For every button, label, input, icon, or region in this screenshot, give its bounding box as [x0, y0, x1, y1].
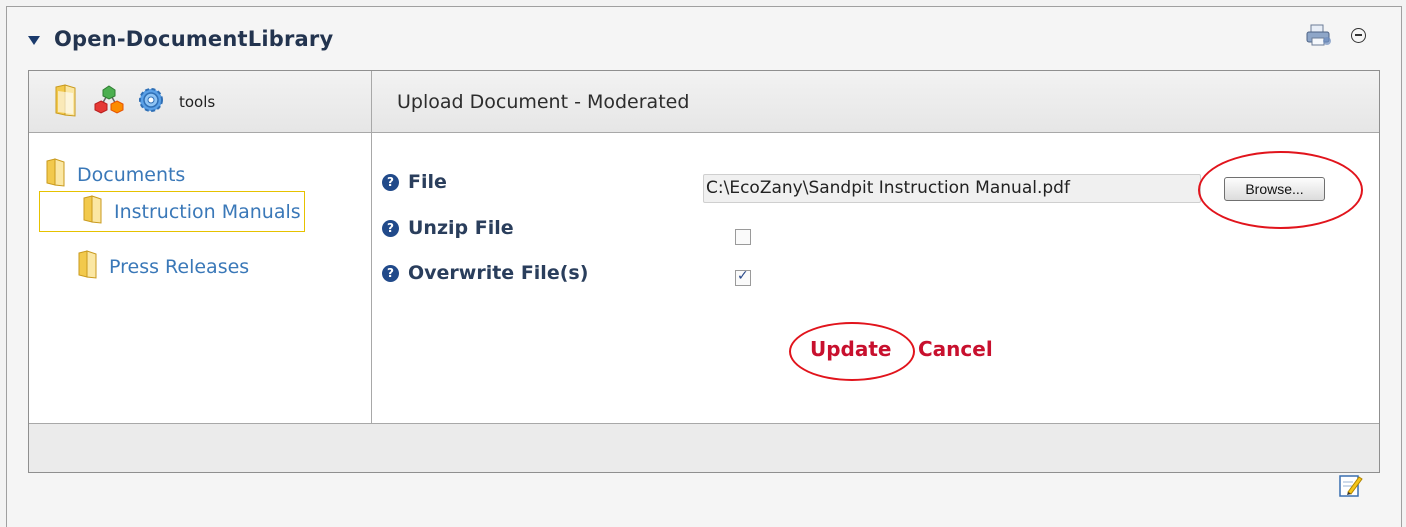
tree-item-label: Press Releases [109, 255, 250, 278]
help-icon[interactable]: ? [382, 173, 399, 191]
highlight-circle-update [789, 322, 915, 381]
collapse-arrow-icon[interactable] [28, 35, 40, 45]
folder-tree-pane: tools Documents Instruction Manuals Pres… [29, 71, 372, 425]
file-field-label: ? File [382, 171, 447, 193]
tree-item-label: Instruction Manuals [114, 200, 301, 223]
folder-icon[interactable] [53, 83, 83, 121]
help-icon[interactable]: ? [382, 264, 399, 282]
highlight-circle-browse [1198, 151, 1363, 229]
folder-icon [77, 249, 103, 284]
edit-icon[interactable] [1338, 472, 1364, 498]
module-title: Open-DocumentLibrary [54, 27, 334, 51]
module-header: Open-DocumentLibrary [28, 22, 333, 56]
sitemap-icon[interactable] [93, 84, 125, 120]
upload-form-pane: Upload Document - Moderated ? File C:\Ec… [372, 71, 1379, 425]
file-path-input[interactable]: C:\EcoZany\Sandpit Instruction Manual.pd… [703, 174, 1201, 203]
tree-item-documents[interactable]: Documents [45, 157, 185, 192]
tree-toolbar: tools [29, 71, 371, 133]
overwrite-field-label: ? Overwrite File(s) [382, 262, 588, 284]
settings-gear-icon[interactable] [135, 84, 167, 120]
overwrite-checkbox[interactable] [735, 268, 751, 286]
folder-icon [82, 194, 108, 229]
unzip-checkbox[interactable] [735, 229, 751, 245]
upload-form-header: Upload Document - Moderated [372, 71, 1379, 133]
module-actions [1305, 24, 1366, 46]
upload-heading: Upload Document - Moderated [397, 90, 690, 113]
folder-icon [45, 157, 71, 192]
tools-label[interactable]: tools [179, 93, 215, 111]
tree-item-press-releases[interactable]: Press Releases [77, 249, 249, 284]
tree-item-label: Documents [77, 163, 186, 186]
panel-footer [29, 423, 1379, 472]
tree-item-instruction-manuals[interactable]: Instruction Manuals [39, 191, 305, 232]
document-library-panel: tools Documents Instruction Manuals Pres… [28, 70, 1380, 473]
unzip-field-label: ? Unzip File [382, 217, 514, 239]
print-icon[interactable] [1305, 24, 1333, 46]
minimize-icon[interactable] [1351, 27, 1366, 43]
cancel-button[interactable]: Cancel [918, 337, 993, 361]
help-icon[interactable]: ? [382, 219, 399, 237]
